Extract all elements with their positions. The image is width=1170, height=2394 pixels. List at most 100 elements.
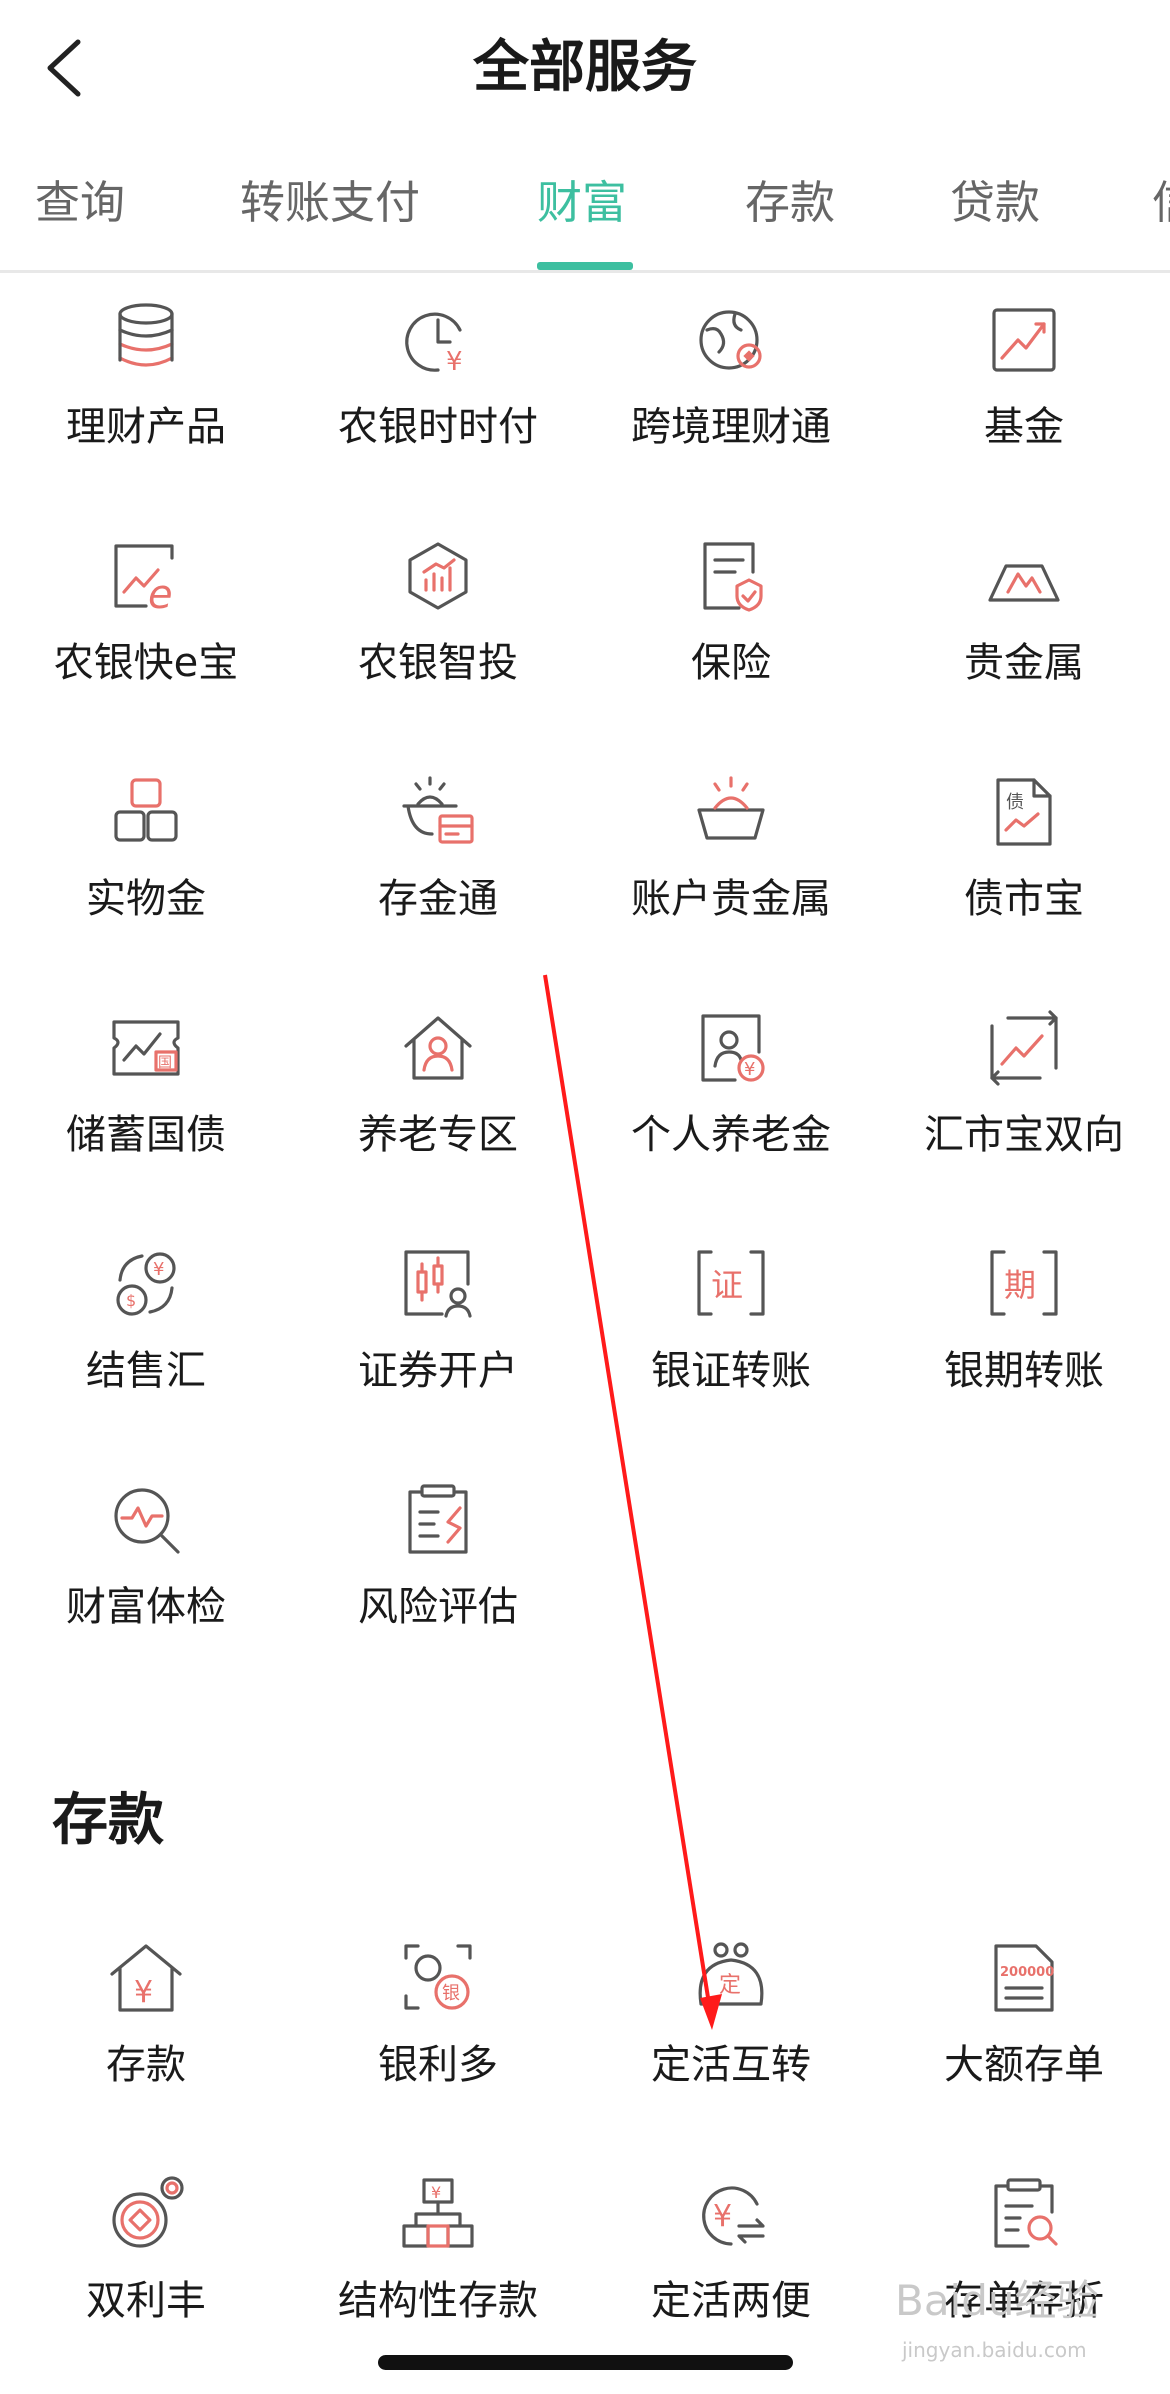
service-label: 农银快e宝	[53, 640, 239, 686]
service-bank-securities-transfer[interactable]: 证 银证转账	[585, 1244, 877, 1464]
service-shuang-li-feng[interactable]: 双利丰	[0, 2174, 292, 2394]
svg-text:¥: ¥	[153, 1259, 164, 1280]
service-label: 结构性存款	[338, 2278, 538, 2324]
home-indicator[interactable]	[378, 2355, 793, 2370]
service-wealth-products[interactable]: 理财产品	[0, 300, 292, 520]
service-bond-market[interactable]: 债 债市宝	[878, 772, 1170, 992]
clock-yuan-icon: ¥	[405, 312, 463, 377]
chart-e-icon: e	[114, 544, 174, 616]
service-label: 农银智投	[358, 640, 518, 686]
service-deposit[interactable]: ¥ 存款	[0, 1938, 292, 2158]
globe-icon	[699, 310, 762, 370]
service-label: 银利多	[378, 2042, 498, 2088]
silver-coin-icon: 银	[404, 1944, 472, 2010]
active-tab-indicator	[537, 262, 633, 270]
certificate-document-icon: 200000	[994, 1944, 1054, 2012]
watermark-logo: Baidu经验	[895, 2276, 1099, 2325]
clipboard-search-icon	[994, 2178, 1058, 2248]
candlestick-person-icon	[404, 1250, 472, 1318]
service-label: 个人养老金	[631, 1112, 831, 1158]
header-bar: 全部服务	[0, 0, 1170, 135]
svg-text:¥: ¥	[431, 2183, 441, 2202]
svg-text:¥: ¥	[134, 1975, 153, 2010]
gold-bar-icon	[988, 564, 1060, 602]
service-physical-gold[interactable]: 实物金	[0, 772, 292, 992]
securities-transfer-icon: 证	[697, 1250, 765, 1316]
service-label: 账户贵金属	[631, 876, 831, 922]
futures-transfer-icon: 期	[990, 1250, 1058, 1316]
svg-text:e: e	[148, 572, 173, 616]
svg-text:定: 定	[719, 1973, 741, 1998]
service-bank-futures-transfer[interactable]: 期 银期转账	[878, 1244, 1170, 1464]
tab-credit[interactable]: 信	[1152, 172, 1170, 234]
service-cross-border[interactable]: 跨境理财通	[585, 300, 877, 520]
svg-text:期: 期	[1004, 1266, 1036, 1304]
svg-text:债: 债	[1006, 792, 1024, 813]
service-label: 跨境理财通	[631, 404, 831, 450]
service-quick-e-bao[interactable]: e 农银快e宝	[0, 536, 292, 756]
service-fund[interactable]: 基金	[878, 300, 1170, 520]
svg-text:银: 银	[442, 1983, 460, 2004]
service-label: 结售汇	[86, 1348, 206, 1394]
service-realtime-pay[interactable]: ¥ 农银时时付	[292, 300, 584, 520]
page-title: 全部服务	[473, 35, 697, 100]
tab-transfer-payment[interactable]: 转账支付	[240, 172, 420, 234]
service-label: 基金	[984, 404, 1064, 450]
service-label: 双利丰	[86, 2278, 206, 2324]
service-label: 证券开户	[358, 1348, 518, 1394]
service-label: 风险评估	[358, 1584, 518, 1630]
structure-tree-icon: ¥	[402, 2178, 474, 2248]
service-account-precious-metals[interactable]: 账户贵金属	[585, 772, 877, 992]
svg-text:¥: ¥	[446, 347, 463, 377]
service-personal-pension[interactable]: ¥ 个人养老金	[585, 1008, 877, 1228]
service-savings-bond[interactable]: 国 储蓄国债	[0, 1008, 292, 1228]
clipboard-risk-icon	[408, 1484, 468, 1554]
svg-text:国: 国	[158, 1055, 172, 1071]
service-securities-account[interactable]: 证券开户	[292, 1244, 584, 1464]
gold-bowl-icon	[697, 776, 765, 840]
tab-deposit[interactable]: 存款	[745, 172, 835, 234]
service-precious-metals[interactable]: 贵金属	[878, 536, 1170, 756]
service-label: 理财产品	[66, 404, 226, 450]
service-yin-li-duo[interactable]: 银 银利多	[292, 1938, 584, 2158]
service-label: 银证转账	[651, 1348, 811, 1394]
service-label: 财富体检	[66, 1584, 226, 1630]
document-shield-icon	[703, 542, 763, 612]
service-large-cd[interactable]: 200000 大额存单	[878, 1938, 1170, 2158]
currency-exchange-icon: ¥ $	[116, 1252, 176, 1316]
service-label: 存款	[106, 2042, 186, 2088]
tabs-divider	[0, 270, 1170, 273]
service-label: 汇市宝双向	[924, 1112, 1124, 1158]
service-forex-two-way[interactable]: 汇市宝双向	[878, 1008, 1170, 1228]
service-label: 大额存单	[944, 2042, 1104, 2088]
hexagon-chart-icon	[408, 542, 468, 610]
service-label: 保险	[691, 640, 771, 686]
tab-query[interactable]: 查询	[35, 172, 125, 234]
house-yuan-icon: ¥	[110, 1944, 182, 2012]
service-smart-invest[interactable]: 农银智投	[292, 536, 584, 756]
service-risk-assessment[interactable]: 风险评估	[292, 1480, 584, 1700]
purse-fixed-icon: 定	[698, 1942, 764, 2006]
magnifier-pulse-icon	[114, 1488, 180, 1554]
service-fixed-current-swap[interactable]: 定 定活互转	[585, 1938, 877, 2158]
house-person-icon	[404, 1016, 472, 1080]
service-label: 定活两便	[651, 2278, 811, 2324]
yuan-exchange-icon: ¥	[702, 2186, 765, 2246]
svg-text:200000: 200000	[1000, 1965, 1054, 1980]
tab-loan[interactable]: 贷款	[950, 172, 1040, 234]
double-coin-icon	[112, 2176, 184, 2248]
tab-wealth[interactable]: 财富	[537, 172, 627, 234]
service-pension-zone[interactable]: 养老专区	[292, 1008, 584, 1228]
watermark-url: jingyan.baidu.com	[902, 2338, 1087, 2362]
trend-chart-icon	[992, 308, 1056, 372]
service-forex-settlement[interactable]: ¥ $ 结售汇	[0, 1244, 292, 1464]
service-insurance[interactable]: 保险	[585, 536, 877, 756]
svg-text:$: $	[126, 1291, 136, 1310]
pension-card-icon: ¥	[701, 1014, 765, 1082]
service-gold-deposit[interactable]: 存金通	[292, 772, 584, 992]
service-label: 实物金	[86, 876, 206, 922]
service-label: 定活互转	[651, 2042, 811, 2088]
service-label: 储蓄国债	[66, 1112, 226, 1158]
service-label: 债市宝	[964, 876, 1084, 922]
service-wealth-checkup[interactable]: 财富体检	[0, 1480, 292, 1700]
